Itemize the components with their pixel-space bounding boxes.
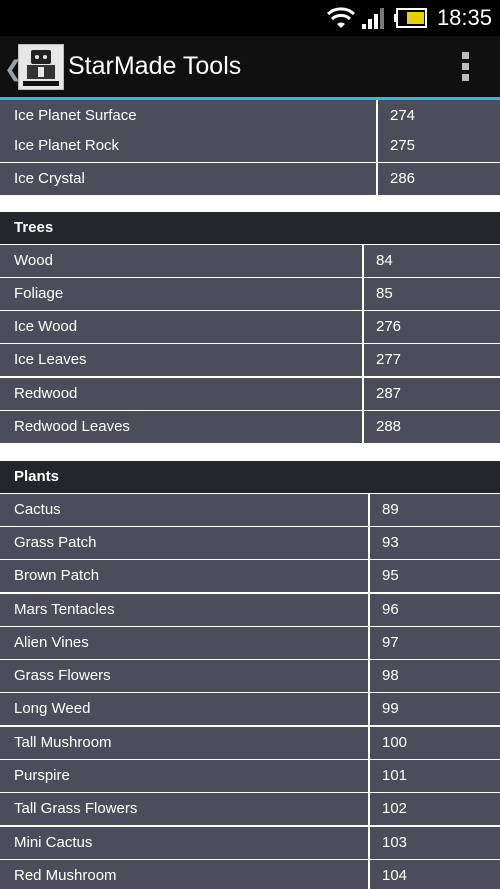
block-name: Red Mushroom	[14, 867, 117, 884]
block-id: 99	[382, 700, 399, 717]
block-id-list[interactable]: Ice Planet Surface 274 Ice Planet Rock 2…	[0, 100, 500, 889]
battery-icon	[394, 8, 427, 28]
block-id: 276	[376, 318, 402, 335]
table-row[interactable]: Tall Grass Flowers 102	[0, 793, 500, 826]
table-row[interactable]: Red Mushroom 104	[0, 860, 500, 889]
block-name: Redwood Leaves	[14, 418, 130, 435]
block-name: Grass Flowers	[14, 667, 111, 684]
table-row[interactable]: Ice Planet Rock 275	[0, 130, 500, 163]
block-name: Mars Tentacles	[14, 601, 115, 618]
app-logo[interactable]	[18, 44, 64, 90]
block-id: 286	[390, 170, 416, 187]
overflow-menu-icon[interactable]	[462, 52, 470, 82]
block-id: 93	[382, 534, 399, 551]
section-header-trees: Trees	[0, 212, 500, 245]
block-id: 98	[382, 667, 399, 684]
block-id: 89	[382, 501, 399, 518]
block-id: 96	[382, 601, 399, 618]
table-row[interactable]: Alien Vines 97	[0, 627, 500, 660]
table-row[interactable]: Purspire 101	[0, 760, 500, 793]
table-row[interactable]: Long Weed 99	[0, 693, 500, 726]
block-name: Purspire	[14, 767, 70, 784]
block-id: 103	[382, 834, 408, 851]
table-row[interactable]: Cactus 89	[0, 494, 500, 527]
block-id: 84	[376, 252, 393, 269]
table-row[interactable]: Ice Wood 276	[0, 311, 500, 344]
table-row[interactable]: Redwood 287	[0, 378, 500, 411]
block-name: Redwood	[14, 385, 78, 402]
block-id: 100	[382, 734, 408, 751]
block-name: Mini Cactus	[14, 834, 93, 851]
table-row[interactable]: Foliage 85	[0, 278, 500, 311]
app-title: StarMade Tools	[68, 52, 242, 80]
signal-icon	[362, 8, 384, 29]
block-name: Ice Wood	[14, 318, 78, 335]
action-bar: ❮ StarMade Tools	[0, 36, 500, 100]
block-name: Grass Patch	[14, 534, 97, 551]
table-row[interactable]: Grass Flowers 98	[0, 660, 500, 693]
block-id: 287	[376, 385, 402, 402]
section-title: Trees	[14, 219, 54, 236]
block-name: Wood	[14, 252, 53, 269]
table-row[interactable]: Tall Mushroom 100	[0, 727, 500, 760]
table-row[interactable]: Ice Crystal 286	[0, 163, 500, 196]
block-name: Brown Patch	[14, 567, 100, 584]
table-row[interactable]: Redwood Leaves 288	[0, 411, 500, 444]
block-id: 97	[382, 634, 399, 651]
block-id: 102	[382, 800, 408, 817]
block-name: Ice Planet Rock	[14, 137, 120, 154]
block-name: Tall Mushroom	[14, 734, 112, 751]
table-row[interactable]: Grass Patch 93	[0, 527, 500, 560]
block-name: Long Weed	[14, 700, 91, 717]
block-id: 85	[376, 285, 393, 302]
table-row[interactable]: Ice Leaves 277	[0, 344, 500, 377]
block-id: 104	[382, 867, 408, 884]
block-name: Ice Leaves	[14, 351, 87, 368]
block-id: 95	[382, 567, 399, 584]
table-row[interactable]: Wood 84	[0, 245, 500, 278]
table-row[interactable]: Brown Patch 95	[0, 560, 500, 593]
status-bar: 18:35	[0, 0, 500, 36]
starmade-logo-icon	[19, 45, 63, 89]
block-name: Ice Crystal	[14, 170, 85, 187]
section-header-plants: Plants	[0, 461, 500, 494]
section-title: Plants	[14, 468, 60, 485]
table-row[interactable]: Mars Tentacles 96	[0, 594, 500, 627]
block-name: Foliage	[14, 285, 64, 302]
block-name: Ice Planet Surface	[14, 107, 137, 124]
clock: 18:35	[436, 5, 492, 30]
block-id: 275	[390, 137, 416, 154]
block-name: Cactus	[14, 501, 61, 518]
block-id: 274	[390, 107, 416, 124]
block-name: Alien Vines	[14, 634, 89, 651]
table-row[interactable]: Ice Planet Surface 274	[0, 100, 500, 133]
block-id: 277	[376, 351, 402, 368]
block-name: Tall Grass Flowers	[14, 800, 138, 817]
table-row[interactable]: Mini Cactus 103	[0, 827, 500, 860]
block-id: 101	[382, 767, 408, 784]
block-id: 288	[376, 418, 402, 435]
wifi-icon	[327, 7, 355, 28]
